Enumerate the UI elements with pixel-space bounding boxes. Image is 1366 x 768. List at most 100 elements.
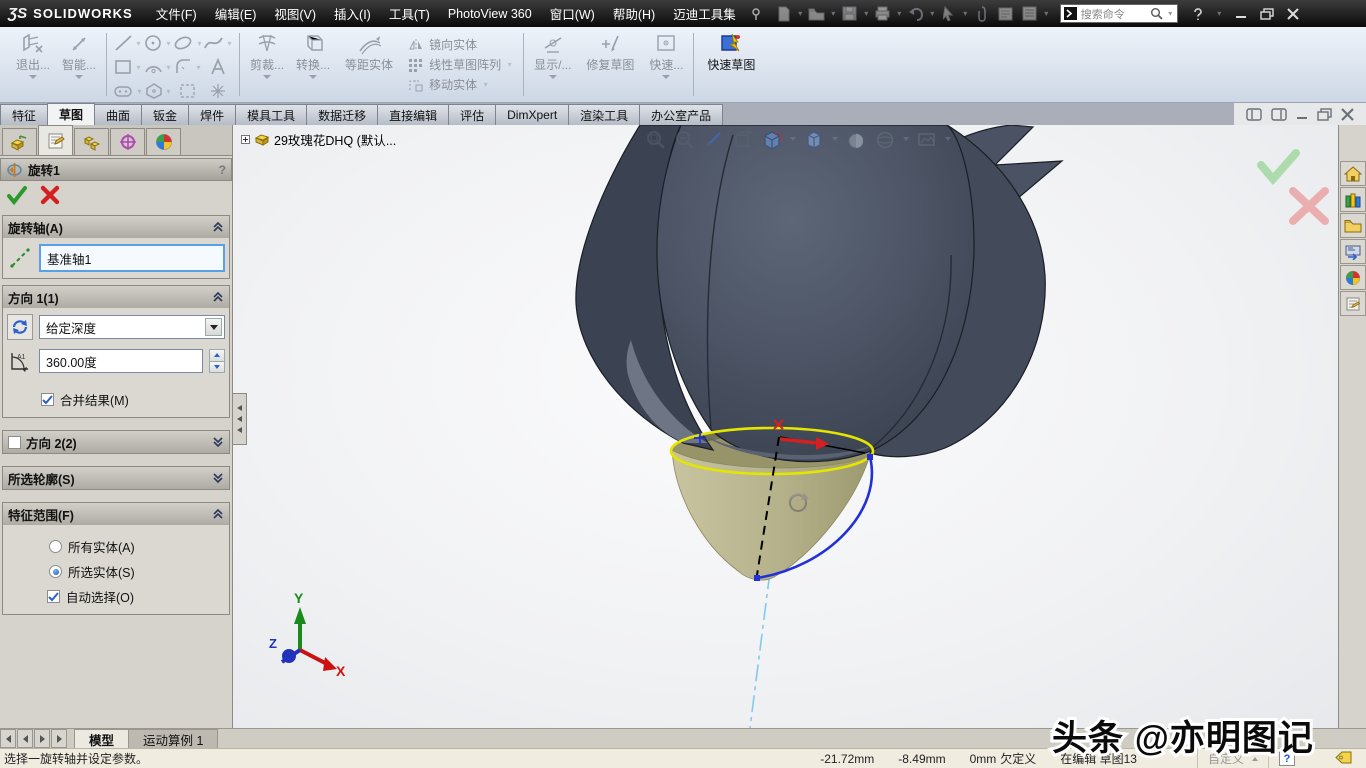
graphics-viewport[interactable]: Y X Z 29玫瑰花DHQ (默认... [233, 125, 1338, 745]
fillet-tool-icon[interactable]: ▾ [174, 58, 202, 76]
new-dropdown-arrow[interactable]: ▾ [797, 9, 804, 18]
undo-icon[interactable] [905, 4, 927, 24]
tab-scroll-first-button[interactable] [0, 729, 16, 748]
search-magnifier-icon[interactable] [1150, 7, 1163, 20]
feature-tree-flyout[interactable]: 29玫瑰花DHQ (默认... [241, 130, 396, 149]
merge-result-option[interactable]: 合并结果(M) [41, 390, 225, 409]
spinner-down-button[interactable] [210, 362, 224, 373]
merge-checkbox[interactable] [41, 393, 54, 406]
direction2-checkbox[interactable] [8, 436, 21, 449]
model-tab[interactable]: 模型 [74, 729, 129, 748]
tab-dimxpert[interactable]: DimXpert [495, 104, 569, 125]
end-condition-dropdown[interactable]: 给定深度 [39, 315, 225, 339]
direction2-header[interactable]: 方向 2(2) [3, 431, 229, 453]
selected-contours-header[interactable]: 所选轮廓(S) [3, 467, 229, 489]
view-settings-dropdown[interactable] [945, 137, 951, 143]
tab-render-tools[interactable]: 渲染工具 [568, 104, 640, 125]
sketch-endpoint-top[interactable] [867, 454, 873, 460]
quick-snaps-button[interactable]: 快速... [643, 27, 689, 102]
pm-help-icon[interactable]: ? [219, 163, 226, 177]
tag-icon[interactable] [1335, 751, 1352, 767]
all-bodies-radio[interactable] [49, 540, 62, 553]
selected-bodies-option[interactable]: 所选实体(S) [49, 562, 225, 581]
display-relations-dropdown[interactable] [549, 75, 557, 79]
axis-section-header[interactable]: 旋转轴(A) [3, 216, 229, 238]
save-icon[interactable] [839, 4, 861, 24]
expand-chevron-icon[interactable] [212, 437, 224, 447]
move-dropdown[interactable]: ▾ [482, 80, 489, 89]
view-settings-icon[interactable] [916, 129, 938, 151]
motion-study-tab[interactable]: 运动算例 1 [128, 729, 218, 748]
options-dropdown-arrow[interactable]: ▾ [1043, 9, 1050, 18]
expand-chevron-icon[interactable] [212, 473, 224, 483]
selected-bodies-radio[interactable] [49, 565, 62, 578]
display-relations-button[interactable]: 显示/... [528, 27, 577, 102]
tab-direct-editing[interactable]: 直接编辑 [377, 104, 449, 125]
command-search-box[interactable]: 搜索命令 ▾ [1060, 4, 1178, 23]
section-view-icon[interactable] [703, 129, 725, 151]
doc-close-button[interactable] [1341, 108, 1354, 121]
file-properties-icon[interactable] [995, 4, 1017, 24]
slot-tool-icon[interactable]: ▾ [113, 84, 143, 98]
tab-evaluate[interactable]: 评估 [448, 104, 496, 125]
text-tool-icon[interactable] [209, 58, 227, 76]
collapse-chevron-icon[interactable] [212, 292, 224, 302]
custom-expand-arrow[interactable] [1252, 757, 1258, 761]
offset-entities-button[interactable]: 等距实体 [336, 27, 402, 102]
convert-entities-button[interactable]: 转换... [290, 27, 336, 102]
tab-data-migration[interactable]: 数据迁移 [306, 104, 378, 125]
display-manager-tab[interactable] [146, 128, 181, 155]
view-palette-tab[interactable] [1340, 239, 1366, 264]
close-button[interactable] [1285, 7, 1301, 21]
apply-scene-icon[interactable] [874, 129, 896, 151]
file-explorer-tab[interactable] [1340, 213, 1366, 238]
spline-tool-icon[interactable]: ▾ [203, 34, 233, 52]
pin-icon[interactable] [749, 7, 763, 21]
confirm-cancel-icon[interactable] [1293, 191, 1325, 221]
spinner-up-button[interactable] [210, 350, 224, 362]
zoom-fit-icon[interactable] [645, 129, 667, 151]
axis-selection-field[interactable]: 基准轴1 [39, 244, 225, 272]
design-library-tab[interactable] [1340, 187, 1366, 212]
exit-sketch-dropdown[interactable] [29, 75, 37, 79]
collapse-chevron-icon[interactable] [212, 509, 224, 519]
view-orientation-icon[interactable] [732, 129, 754, 151]
direction1-header[interactable]: 方向 1(1) [3, 286, 229, 308]
collapse-chevron-icon[interactable] [212, 222, 224, 232]
repair-sketch-button[interactable]: 修复草图 [577, 27, 643, 102]
print-icon[interactable] [872, 4, 894, 24]
attachment-icon[interactable] [971, 4, 993, 24]
revolve-preview-body[interactable] [672, 450, 870, 580]
help-dropdown-arrow[interactable]: ▾ [1216, 9, 1223, 18]
status-help-button[interactable]: ? [1279, 751, 1295, 766]
search-dropdown-arrow[interactable]: ▾ [1167, 9, 1174, 18]
ellipse-tool-icon[interactable]: ▾ [173, 34, 203, 52]
select-dropdown-arrow[interactable]: ▾ [962, 9, 969, 18]
tree-expand-icon[interactable] [241, 135, 250, 144]
model-canvas[interactable]: Y X Z [233, 125, 1338, 745]
open-dropdown-arrow[interactable]: ▾ [830, 9, 837, 18]
smart-dimension-dropdown[interactable] [75, 75, 83, 79]
open-document-icon[interactable] [806, 4, 828, 24]
sketch-endpoint-bottom[interactable] [754, 575, 760, 581]
tab-weldments[interactable]: 焊件 [188, 104, 236, 125]
tab-office-products[interactable]: 办公室产品 [639, 104, 723, 125]
zoom-area-icon[interactable] [674, 129, 696, 151]
tab-features[interactable]: 特征 [0, 104, 48, 125]
rectangle-tool-icon[interactable]: ▾ [114, 58, 142, 76]
convert-dropdown[interactable] [309, 75, 317, 79]
configuration-manager-tab[interactable] [74, 128, 109, 155]
linear-pattern-button[interactable]: 线性草图阵列▾ [408, 56, 513, 73]
tab-sketch[interactable]: 草图 [47, 103, 95, 125]
point-tool-icon[interactable] [210, 83, 226, 99]
resources-tab[interactable] [1340, 161, 1366, 186]
menu-photoview[interactable]: PhotoView 360 [439, 0, 541, 27]
menu-tools[interactable]: 工具(T) [380, 0, 439, 27]
options-icon[interactable] [1019, 4, 1041, 24]
auto-select-option[interactable]: 自动选择(O) [47, 587, 225, 606]
scene-dropdown[interactable] [903, 137, 909, 143]
smart-dimension-button[interactable]: 智能... [56, 27, 102, 102]
dimxpert-manager-tab[interactable] [110, 128, 145, 155]
doc-restore-button[interactable] [1317, 108, 1332, 121]
new-document-icon[interactable] [773, 4, 795, 24]
